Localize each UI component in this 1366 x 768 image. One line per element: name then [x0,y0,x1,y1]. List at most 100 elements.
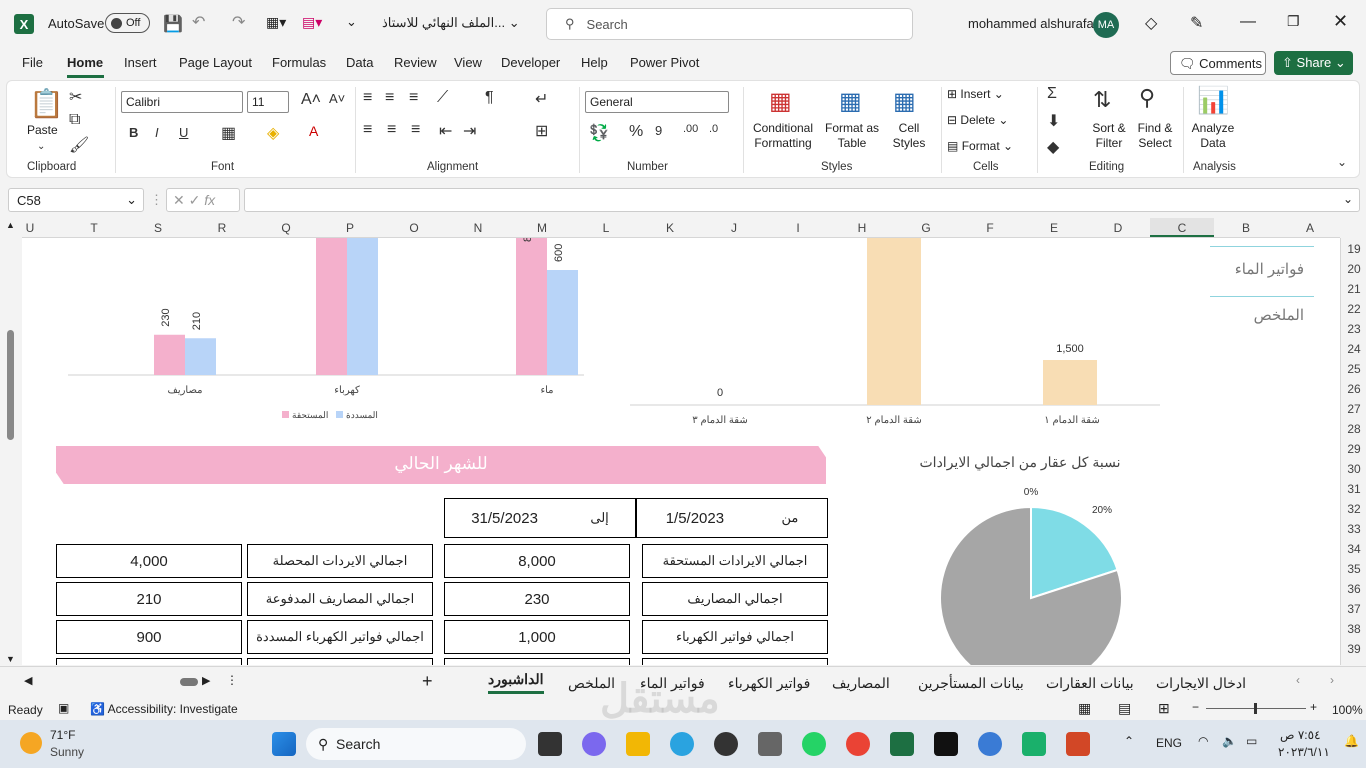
excel-taskbar-icon[interactable] [890,732,914,756]
period-to-cell[interactable]: 31/5/2023 إلى [444,498,636,538]
conditional-formatting-icon[interactable]: ▦ [769,87,792,116]
globe-icon[interactable] [978,732,1002,756]
tabs-more-icon[interactable]: ⋮ [226,673,238,687]
tab-tenants[interactable]: بيانات المستأجرين [918,675,1024,692]
collected-revenue-value[interactable]: 4,000 [56,544,242,578]
table-row[interactable] [247,658,433,665]
decrease-font-icon[interactable]: A˅ [329,91,345,106]
menu-review[interactable]: Review [394,55,437,70]
zoom-level[interactable]: 100% [1332,703,1363,717]
calculator-icon[interactable] [758,732,782,756]
column-header[interactable]: A [1278,221,1342,235]
telegram-icon[interactable] [670,732,694,756]
clock-time[interactable]: ٧:٥٤ ص [1280,728,1321,742]
scrollbar-thumb[interactable] [7,330,14,440]
language-indicator[interactable]: ENG [1156,736,1182,750]
sort-filter-button[interactable]: Sort & Filter [1087,121,1131,151]
tab-scroll-left-icon[interactable]: ‹ [1296,673,1300,687]
cell-styles-icon[interactable]: ▦ [893,87,916,116]
taskbar-search[interactable]: ⚲ Search [306,728,526,760]
align-center-icon[interactable]: ≡ [387,121,396,139]
insert-cells-button[interactable]: ⊞ Insert ⌄ [947,87,1004,102]
save-icon[interactable]: 💾 [163,14,183,34]
menu-help[interactable]: Help [581,55,608,70]
menu-file[interactable]: File [22,55,43,70]
row-header[interactable]: 38 [1341,622,1366,636]
column-header[interactable]: F [958,221,1022,235]
tab-expenses[interactable]: المصاريف [832,675,890,692]
fx-icon[interactable]: fx [204,192,215,208]
decrease-decimal-icon[interactable]: .0 [709,123,718,135]
align-top-icon[interactable]: ≡ [363,89,372,107]
user-name[interactable]: mohammed alshurafa [968,16,1094,31]
delete-cells-button[interactable]: ⊟ Delete ⌄ [947,113,1008,128]
cut-icon[interactable]: ✂ [69,87,82,107]
paragraph-icon[interactable]: ¶ [485,89,494,107]
expenses-value[interactable]: 230 [444,582,630,616]
analyze-data-icon[interactable]: 📊 [1197,85,1229,116]
row-header[interactable]: 27 [1341,402,1366,416]
decrease-indent-icon[interactable]: ⇤ [439,121,452,141]
share-button[interactable]: ⇧ Share ⌄ [1274,51,1353,75]
increase-decimal-icon[interactable]: .00 [683,123,698,135]
align-left-icon[interactable]: ≡ [363,121,372,139]
menu-page-layout[interactable]: Page Layout [179,55,252,70]
increase-font-icon[interactable]: A˄ [301,91,321,109]
redo-icon[interactable]: ↷ [232,12,245,32]
tab-properties[interactable]: بيانات العقارات [1046,675,1134,692]
minimize-icon[interactable]: — [1240,13,1256,31]
nav-summary-link[interactable]: الملخص [1210,306,1304,324]
zoom-slider-thumb[interactable] [1254,703,1257,714]
notification-icon[interactable]: 🔔 [1344,734,1359,748]
menu-data[interactable]: Data [346,55,373,70]
column-header[interactable]: T [62,221,126,235]
accessibility-status[interactable]: ♿ Accessibility: Investigate [90,702,238,716]
comments-button[interactable]: 🗨 Comments [1170,51,1266,75]
find-select-icon[interactable]: ⚲ [1139,85,1155,111]
row-header[interactable]: 37 [1341,602,1366,616]
zoom-in-icon[interactable]: + [1310,700,1317,714]
tab-scroll-right-icon[interactable]: › [1330,673,1334,687]
increase-indent-icon[interactable]: ⇥ [463,121,476,141]
file-name[interactable]: الملف النهائي للاستاذ... ⌄ [382,15,520,31]
font-size-select[interactable]: 11 [247,91,289,113]
bold-icon[interactable]: B [129,125,138,140]
align-bottom-icon[interactable]: ≡ [409,89,418,107]
autosum-icon[interactable]: Σ [1047,85,1057,103]
due-revenue-value[interactable]: 8,000 [444,544,630,578]
menu-insert[interactable]: Insert [124,55,157,70]
fill-icon[interactable]: ⬇ [1047,111,1060,131]
column-header[interactable]: M [510,221,574,235]
scroll-up-icon[interactable]: ▲ [6,220,15,230]
menu-view[interactable]: View [454,55,482,70]
accounting-icon[interactable]: 💱 [589,123,609,143]
row-header[interactable]: 20 [1341,262,1366,276]
table-row[interactable] [56,658,242,665]
row-header[interactable]: 19 [1341,242,1366,256]
column-header[interactable]: D [1086,221,1150,235]
clear-icon[interactable]: ◆ [1047,137,1059,157]
enter-icon[interactable]: ✓ [189,192,201,208]
row-header[interactable]: 28 [1341,422,1366,436]
row-header[interactable]: 21 [1341,282,1366,296]
column-header[interactable]: G [894,221,958,235]
column-header[interactable]: Q [254,221,318,235]
tab-dashboard[interactable]: الداشبورد [488,671,544,694]
weather-desc[interactable]: Sunny [50,745,84,759]
paste-dropdown-icon[interactable]: ⌄ [37,141,45,152]
format-as-table-button[interactable]: Format as Table [823,121,881,151]
column-header[interactable]: B [1214,221,1278,235]
formula-input[interactable]: ⌄ [244,188,1360,212]
row-header[interactable]: 30 [1341,462,1366,476]
autosave-toggle[interactable]: Off [105,13,150,33]
column-header[interactable]: E [1022,221,1086,235]
analyze-data-button[interactable]: Analyze Data [1191,121,1235,151]
font-name-select[interactable]: Calibri [121,91,243,113]
teams-icon[interactable] [582,732,606,756]
cell-styles-button[interactable]: Cell Styles [887,121,931,151]
row-header[interactable]: 25 [1341,362,1366,376]
column-header[interactable]: R [190,221,254,235]
row-header[interactable]: 35 [1341,562,1366,576]
undo-icon[interactable]: ↶ [192,12,205,32]
tab-electricity-bills[interactable]: فواتير الكهرباء [728,675,810,692]
